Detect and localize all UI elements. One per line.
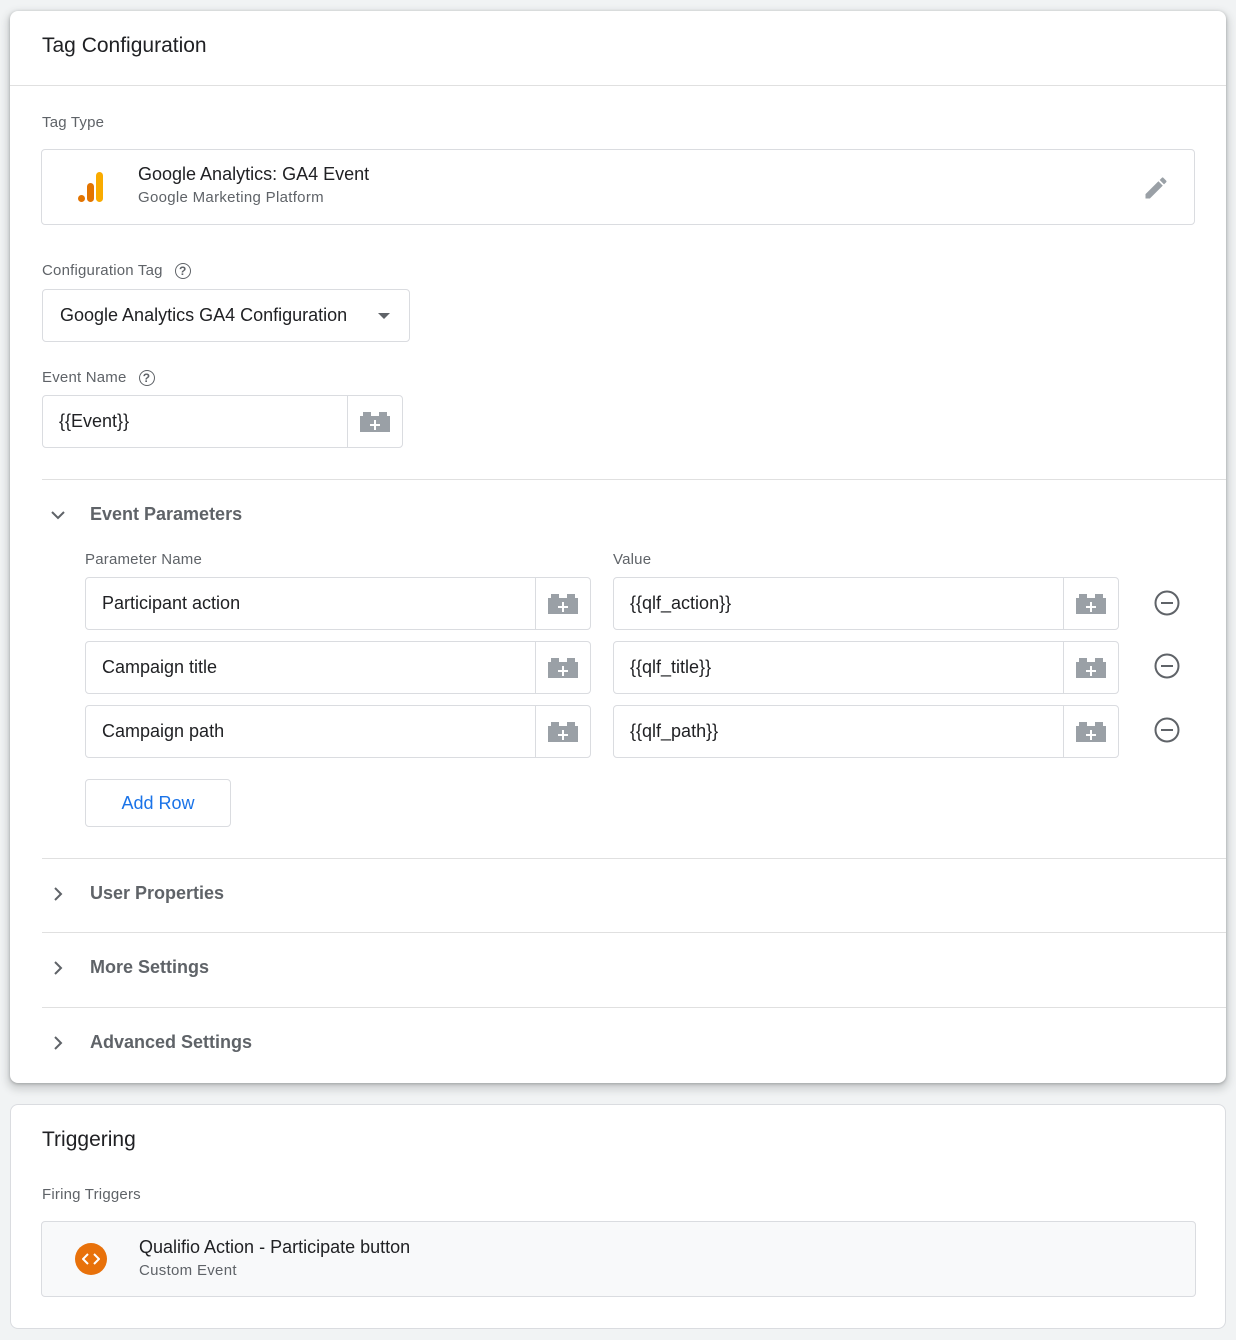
remove-row-icon[interactable] bbox=[1154, 590, 1180, 616]
variable-brick-icon bbox=[360, 411, 390, 432]
divider bbox=[42, 932, 1226, 933]
remove-row-icon[interactable] bbox=[1154, 717, 1180, 743]
section-title: Event Parameters bbox=[90, 504, 243, 524]
event-name-label: Event Name ? bbox=[42, 369, 155, 386]
param-value-field[interactable]: {{qlf_action}} bbox=[613, 577, 1119, 630]
param-value-input[interactable]: {{qlf_path}} bbox=[614, 706, 1063, 757]
remove-row-icon[interactable] bbox=[1154, 653, 1180, 679]
event-name-label-text: Event Name bbox=[42, 369, 127, 386]
tag-type-name: Google Analytics: GA4 Event bbox=[138, 164, 370, 184]
section-title: User Properties bbox=[90, 883, 225, 903]
variable-brick-icon bbox=[548, 721, 578, 742]
event-name-field[interactable]: {{Event}} bbox=[42, 395, 403, 448]
variable-brick-icon bbox=[548, 593, 578, 614]
section-title: More Settings bbox=[90, 957, 210, 977]
divider bbox=[10, 85, 1226, 86]
help-icon[interactable]: ? bbox=[138, 369, 155, 386]
user-properties-toggle[interactable]: User Properties bbox=[48, 883, 224, 904]
custom-event-icon bbox=[75, 1243, 107, 1275]
tag-configuration-card: Tag Configuration Tag Type Google Analyt… bbox=[10, 11, 1226, 1083]
dropdown-caret-icon bbox=[378, 313, 390, 319]
column-header-value: Value bbox=[613, 551, 652, 568]
config-tag-label-text: Configuration Tag bbox=[42, 262, 163, 279]
edit-pencil-icon[interactable] bbox=[1142, 174, 1170, 202]
firing-triggers-label: Firing Triggers bbox=[42, 1186, 141, 1203]
variable-brick-icon bbox=[1076, 593, 1106, 614]
triggering-card: Triggering Firing Triggers Qualifio Acti… bbox=[10, 1104, 1226, 1329]
chevron-right-icon bbox=[54, 886, 63, 901]
param-name-input[interactable]: Campaign path bbox=[86, 706, 535, 757]
variable-picker-button[interactable] bbox=[1063, 578, 1118, 629]
tag-type-vendor: Google Marketing Platform bbox=[138, 189, 324, 206]
param-value-field[interactable]: {{qlf_path}} bbox=[613, 705, 1119, 758]
variable-brick-icon bbox=[1076, 657, 1106, 678]
config-tag-label: Configuration Tag ? bbox=[42, 262, 191, 279]
more-settings-toggle[interactable]: More Settings bbox=[48, 957, 209, 978]
variable-brick-icon bbox=[548, 657, 578, 678]
config-tag-select[interactable]: Google Analytics GA4 Configuration bbox=[42, 289, 410, 342]
param-name-input[interactable]: Campaign title bbox=[86, 642, 535, 693]
variable-picker-button[interactable] bbox=[1063, 642, 1118, 693]
trigger-item[interactable]: Qualifio Action - Participate button Cus… bbox=[41, 1221, 1196, 1297]
tag-type-label: Tag Type bbox=[42, 114, 104, 131]
advanced-settings-toggle[interactable]: Advanced Settings bbox=[48, 1032, 252, 1053]
tag-type-label-text: Tag Type bbox=[42, 114, 105, 131]
help-icon[interactable]: ? bbox=[174, 262, 191, 279]
event-parameters-toggle[interactable]: Event Parameters bbox=[48, 504, 242, 525]
section-title: Advanced Settings bbox=[90, 1032, 253, 1052]
add-row-button[interactable]: Add Row bbox=[85, 779, 231, 827]
param-value-field[interactable]: {{qlf_title}} bbox=[613, 641, 1119, 694]
google-analytics-icon bbox=[78, 172, 103, 202]
param-value-input[interactable]: {{qlf_title}} bbox=[614, 642, 1063, 693]
variable-picker-button[interactable] bbox=[535, 578, 590, 629]
divider bbox=[42, 1007, 1226, 1008]
trigger-name: Qualifio Action - Participate button bbox=[139, 1237, 411, 1257]
variable-picker-button[interactable] bbox=[347, 396, 402, 447]
card-title: Triggering bbox=[42, 1128, 136, 1151]
chevron-down-icon bbox=[51, 510, 65, 519]
variable-picker-button[interactable] bbox=[535, 706, 590, 757]
divider bbox=[42, 479, 1226, 480]
column-header-name: Parameter Name bbox=[85, 551, 203, 568]
config-tag-value: Google Analytics GA4 Configuration bbox=[60, 305, 348, 325]
param-value-input[interactable]: {{qlf_action}} bbox=[614, 578, 1063, 629]
tag-type-selector[interactable]: Google Analytics: GA4 Event Google Marke… bbox=[41, 149, 1195, 225]
trigger-type: Custom Event bbox=[139, 1262, 237, 1279]
chevron-right-icon bbox=[54, 1035, 63, 1050]
variable-picker-button[interactable] bbox=[535, 642, 590, 693]
param-name-field[interactable]: Campaign title bbox=[85, 641, 591, 694]
divider bbox=[42, 858, 1226, 859]
param-name-input[interactable]: Participant action bbox=[86, 578, 535, 629]
param-name-field[interactable]: Participant action bbox=[85, 577, 591, 630]
firing-triggers-label-text: Firing Triggers bbox=[42, 1186, 141, 1203]
card-title: Tag Configuration bbox=[42, 34, 207, 57]
event-name-input[interactable]: {{Event}} bbox=[43, 396, 347, 447]
chevron-right-icon bbox=[54, 960, 63, 975]
variable-brick-icon bbox=[1076, 721, 1106, 742]
param-name-field[interactable]: Campaign path bbox=[85, 705, 591, 758]
variable-picker-button[interactable] bbox=[1063, 706, 1118, 757]
